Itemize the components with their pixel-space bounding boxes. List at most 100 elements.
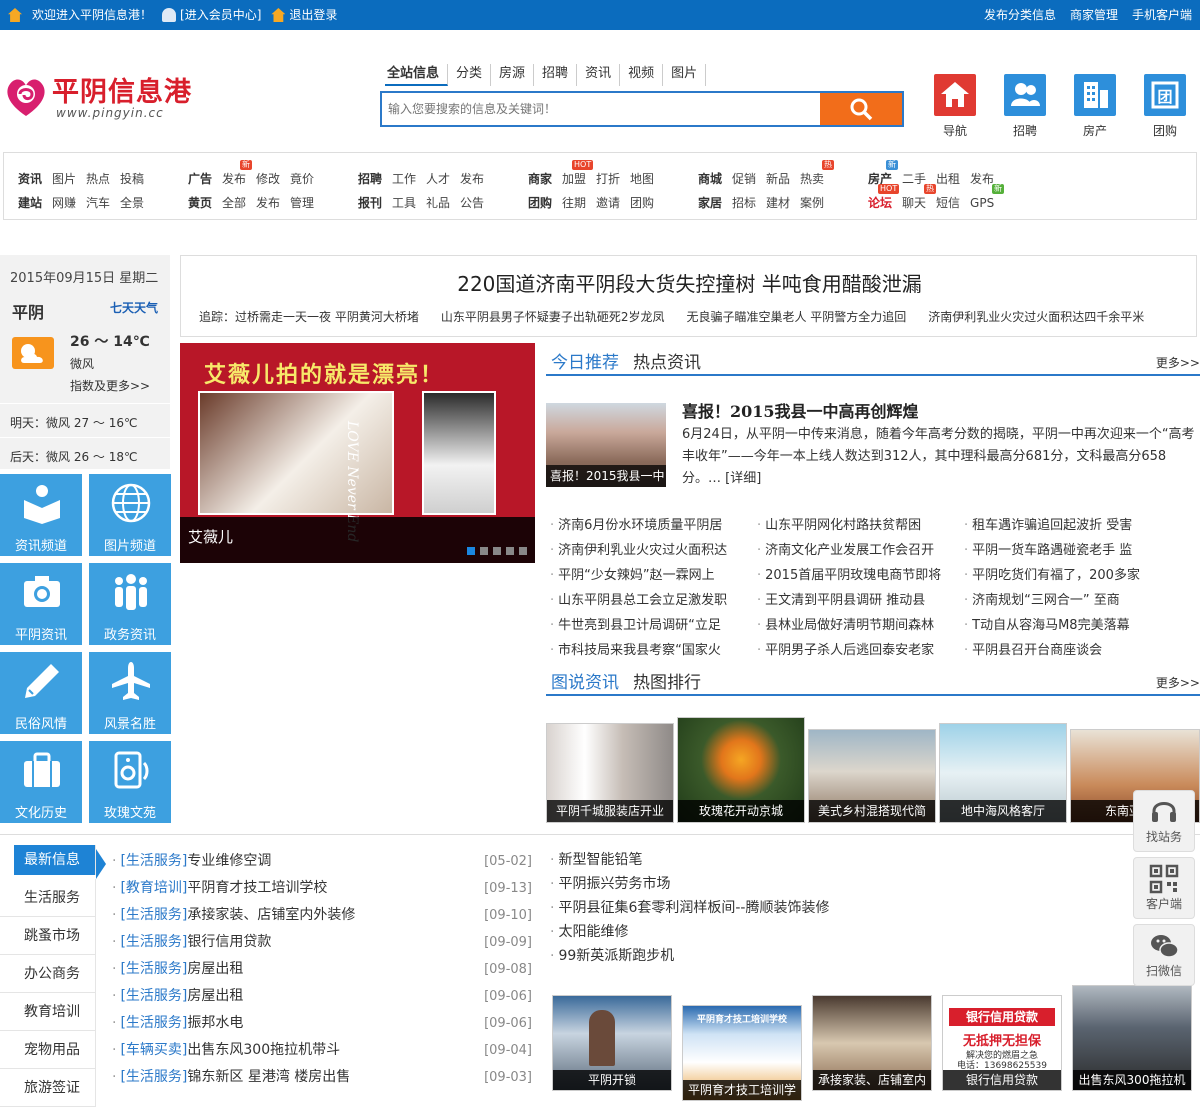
sub-headline[interactable]: 济南伊利乳业火灾过火面积达四千余平米 [928, 308, 1144, 325]
nav-link[interactable]: 新品 [766, 172, 790, 186]
photo-thumb[interactable]: 地中海风格客厅 [939, 723, 1067, 823]
news-link[interactable]: 济南规划“三网合一” 至商 [964, 588, 1154, 613]
listing-thumb[interactable]: 银行信用贷款 无抵押无担保 解决您的燃眉之急 电话：13698625539 银行… [942, 995, 1062, 1091]
channel-rose-literature[interactable]: 玫瑰文苑 [89, 741, 171, 823]
nav-link[interactable]: 家居 [698, 196, 722, 210]
nav-link[interactable]: 地图 [630, 172, 654, 186]
listing-row[interactable]: [教育培训]平阴育才技工培训学校 [09-13] [112, 875, 532, 902]
tab-hot-photos[interactable]: 热图排行 [633, 668, 701, 693]
groupbuy-tile[interactable]: 团 [1144, 74, 1186, 116]
slide-dot[interactable] [519, 547, 527, 555]
news-link[interactable]: 济南文化产业发展工作会召开 [757, 538, 953, 563]
news-link[interactable]: 山东平阴县总工会立足激发职 [550, 588, 742, 613]
search-tab-category[interactable]: 分类 [448, 64, 492, 86]
news-link[interactable]: 平阴吃货们有福了，200多家 [964, 563, 1154, 588]
news-link[interactable]: 市科技局来我县考察“国家火 [550, 638, 742, 663]
jobs-tile[interactable] [1004, 74, 1046, 116]
photo-thumb[interactable]: 平阴千城服装店开业 [546, 723, 674, 823]
tab-photo-news[interactable]: 图说资讯 [551, 668, 619, 693]
listing-link[interactable]: 99新英派斯跑步机 [550, 944, 829, 968]
listing-thumb[interactable]: 平阴育才技工培训学校 平阴育才技工培训学 [682, 1005, 802, 1101]
nav-link[interactable]: 案例 [800, 196, 824, 210]
sub-headline[interactable]: 山东平阴县男子怀疑妻子出轨砸死2岁龙凤 [441, 308, 665, 325]
nav-link[interactable]: 商城 [698, 172, 722, 186]
category-item[interactable]: 办公商务 [0, 955, 96, 993]
listing-row[interactable]: [车辆买卖]出售东风300拖拉机带斗 [09-04] [112, 1037, 532, 1064]
nav-tile[interactable] [934, 74, 976, 116]
slide-dot[interactable] [480, 547, 488, 555]
site-logo[interactable]: 平阴信息港 www.pingyin.cc [2, 68, 192, 124]
merchant-manage-link[interactable]: 商家管理 [1070, 0, 1118, 30]
nav-link[interactable]: 资讯 [18, 172, 42, 186]
nav-link-forum[interactable]: 论坛 [868, 196, 892, 210]
channel-scenery[interactable]: 风景名胜 [89, 652, 171, 734]
seven-day-weather-link[interactable]: 七天天气 [110, 299, 158, 316]
nav-link[interactable]: 发布 [222, 172, 246, 186]
nav-link[interactable]: 发布 [256, 196, 280, 210]
nav-tile-label[interactable]: 导航 [925, 122, 985, 139]
news-link[interactable]: 济南伊利乳业火灾过火面积达 [550, 538, 742, 563]
photo-more-link[interactable]: 更多>> [1156, 674, 1200, 691]
nav-link[interactable]: 人才 [426, 172, 450, 186]
listing-row[interactable]: [生活服务]银行信用贷款 [09-09] [112, 929, 532, 956]
search-tab-video[interactable]: 视频 [620, 64, 664, 86]
nav-link[interactable]: 报刊 [358, 196, 382, 210]
jobs-tile-label[interactable]: 招聘 [995, 122, 1055, 139]
nav-link[interactable]: 招标 [732, 196, 756, 210]
wechat-scan-button[interactable]: 扫微信 [1133, 924, 1195, 986]
listing-thumb[interactable]: 出售东风300拖拉机 [1072, 985, 1192, 1091]
featured-image[interactable]: 喜报！2015我县一中 [546, 403, 666, 487]
nav-link[interactable]: 打折 [596, 172, 620, 186]
nav-link[interactable]: 管理 [290, 196, 314, 210]
nav-link[interactable]: 图片 [52, 172, 76, 186]
groupbuy-tile-label[interactable]: 团购 [1135, 122, 1195, 139]
channel-history[interactable]: 文化历史 [0, 741, 82, 823]
photo-thumb[interactable]: 美式乡村混搭现代简 [808, 729, 936, 823]
search-tab-all[interactable]: 全站信息 [385, 64, 449, 86]
listing-link[interactable]: 平阴振兴劳务市场 [550, 872, 829, 896]
search-button[interactable] [820, 93, 902, 125]
listing-row[interactable]: [生活服务]锦东新区 星港湾 楼房出售 [09-03] [112, 1064, 532, 1091]
news-link[interactable]: 2015首届平阴玫瑰电商节即将 [757, 563, 953, 588]
nav-link[interactable]: 商家 [528, 172, 552, 186]
slide-dot[interactable] [493, 547, 501, 555]
listing-link[interactable]: 新型智能铅笔 [550, 848, 829, 872]
news-link[interactable]: 王文清到平阴县调研 推动县 [757, 588, 953, 613]
sub-headline[interactable]: 无良骗子瞄准空巢老人 平阴警方全力追回 [686, 308, 906, 325]
search-tab-housing[interactable]: 房源 [491, 64, 535, 86]
nav-link[interactable]: 礼品 [426, 196, 450, 210]
listing-thumb[interactable]: 平阴开锁 [552, 995, 672, 1091]
category-latest[interactable]: 最新信息 [14, 845, 96, 875]
category-item[interactable]: 教育培训 [0, 993, 96, 1031]
news-link[interactable]: 济南6月份水环境质量平阴居 [550, 513, 742, 538]
headline-title[interactable]: 220国道济南平阴段大货失控撞树 半吨食用醋酸泄漏 [181, 268, 1198, 297]
tab-hot-news[interactable]: 热点资讯 [633, 348, 701, 373]
client-download-button[interactable]: 客户端 [1133, 857, 1195, 919]
tab-today-recommend[interactable]: 今日推荐 [551, 348, 619, 373]
news-link[interactable]: 平阴“少女辣妈”赵一霖网上 [550, 563, 742, 588]
search-tab-jobs[interactable]: 招聘 [534, 64, 578, 86]
listing-link[interactable]: 平阴县征集6套零利润样板间--腾顺装饰装修 [550, 896, 829, 920]
nav-link[interactable]: 修改 [256, 172, 280, 186]
nav-link[interactable]: 广告 [188, 172, 212, 186]
nav-link[interactable]: 工具 [392, 196, 416, 210]
news-link[interactable]: T动自从容海马M8完美落幕 [964, 613, 1154, 638]
news-link[interactable]: 牛世亮到县卫计局调研“立足 [550, 613, 742, 638]
recommend-more-link[interactable]: 更多>> [1156, 354, 1200, 371]
channel-images[interactable]: 图片频道 [89, 474, 171, 556]
nav-link[interactable]: 出租 [936, 172, 960, 186]
nav-link[interactable]: 团购 [528, 196, 552, 210]
listing-row[interactable]: [生活服务]房屋出租 [09-06] [112, 983, 532, 1010]
nav-link[interactable]: 招聘 [358, 172, 382, 186]
nav-link[interactable]: 公告 [460, 196, 484, 210]
category-item[interactable]: 生活服务 [0, 879, 96, 917]
news-link[interactable]: 平阴男子杀人后逃回泰安老家 [757, 638, 953, 663]
nav-link[interactable]: 团购 [630, 196, 654, 210]
listing-row[interactable]: [生活服务]房屋出租 [09-08] [112, 956, 532, 983]
mobile-client-link[interactable]: 手机客户端 [1132, 0, 1192, 30]
nav-link[interactable]: 全景 [120, 196, 144, 210]
search-tab-images[interactable]: 图片 [663, 64, 707, 86]
member-center-link[interactable]: [进入会员中心] [180, 0, 261, 30]
logout-link[interactable]: 退出登录 [289, 0, 337, 30]
channel-news[interactable]: 资讯频道 [0, 474, 82, 556]
